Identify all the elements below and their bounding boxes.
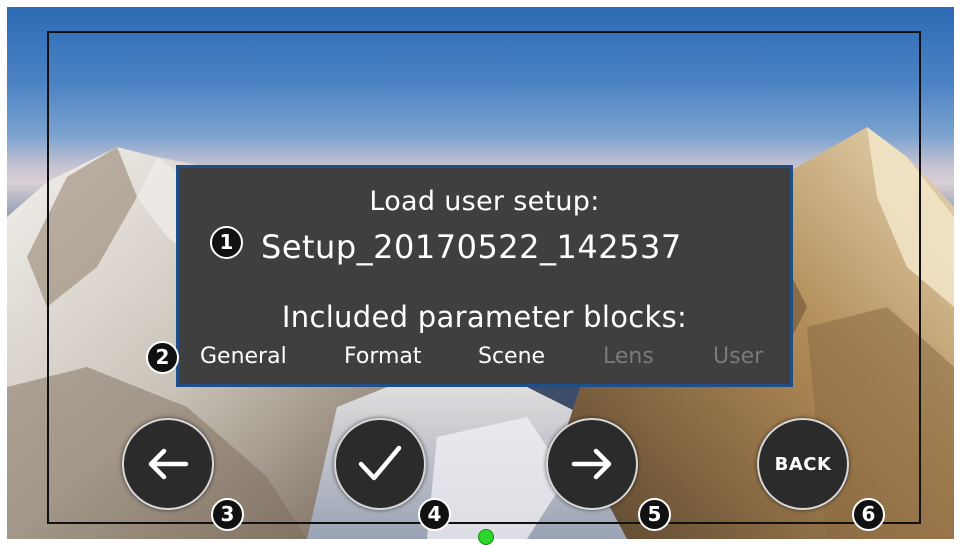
parameter-blocks-title: Included parameter blocks: bbox=[281, 300, 688, 334]
back-button-label: BACK bbox=[774, 453, 832, 475]
callout-2: 2 bbox=[146, 341, 179, 374]
callout-3: 3 bbox=[211, 498, 244, 531]
dialog-title: Load user setup: bbox=[369, 186, 600, 217]
block-lens: Lens bbox=[603, 344, 654, 369]
callout-6: 6 bbox=[852, 498, 885, 531]
confirm-button[interactable] bbox=[334, 418, 426, 510]
callout-1: 1 bbox=[210, 226, 243, 259]
setup-filename: Setup_20170522_142537 bbox=[261, 228, 682, 266]
arrow-right-icon bbox=[571, 448, 612, 480]
back-button[interactable]: BACK bbox=[757, 418, 849, 510]
checkmark-icon bbox=[358, 445, 402, 481]
block-user: User bbox=[713, 344, 764, 369]
callout-4: 4 bbox=[418, 498, 451, 531]
block-general: General bbox=[200, 344, 287, 369]
callout-5: 5 bbox=[638, 498, 671, 531]
block-format: Format bbox=[344, 344, 422, 369]
load-setup-dialog: Load user setup: Setup_20170522_142537 I… bbox=[176, 165, 793, 387]
block-scene: Scene bbox=[478, 344, 546, 369]
arrow-left-icon bbox=[148, 448, 189, 480]
parameter-blocks-list: General Format Scene Lens User bbox=[179, 344, 790, 374]
previous-button[interactable] bbox=[122, 418, 214, 510]
next-button[interactable] bbox=[546, 418, 638, 510]
